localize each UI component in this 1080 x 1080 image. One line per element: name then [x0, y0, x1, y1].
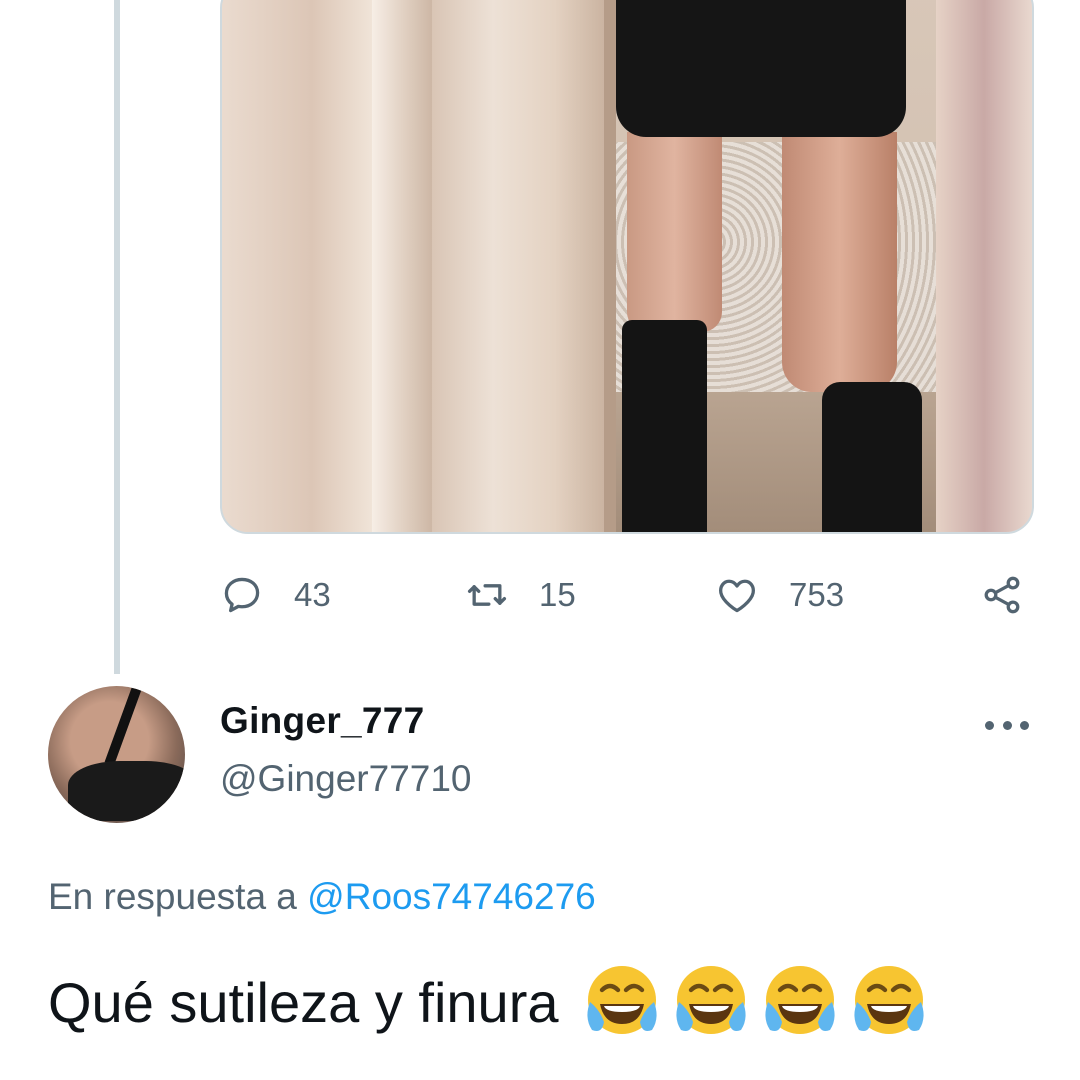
emoji-group — [582, 962, 938, 1042]
tears-of-joy-emoji-icon — [676, 966, 747, 1034]
reply-context: En respuesta a @Roos74746276 — [48, 876, 596, 918]
reply-button[interactable]: 43 — [220, 572, 331, 618]
reply-context-mention[interactable]: @Roos74746276 — [307, 876, 596, 917]
share-button[interactable] — [980, 572, 1024, 618]
tears-of-joy-emoji-icon — [587, 966, 658, 1034]
tears-of-joy-emoji-icon — [765, 966, 836, 1034]
tweet-text-body: Qué sutileza y finura — [48, 970, 559, 1034]
thread-connector-line — [114, 0, 120, 674]
like-icon — [719, 579, 755, 613]
reply-count: 43 — [294, 576, 331, 613]
tweet-text: Qué sutileza y finura — [48, 962, 938, 1042]
photo-content — [222, 0, 1032, 532]
display-name[interactable]: Ginger_777 — [220, 700, 425, 742]
like-count: 753 — [789, 576, 845, 613]
more-options-button[interactable] — [985, 710, 1029, 740]
reply-context-prefix: En respuesta a — [48, 876, 297, 917]
more-icon — [985, 720, 994, 730]
like-button[interactable]: 753 — [715, 572, 844, 618]
user-handle[interactable]: @Ginger77710 — [220, 758, 472, 800]
tears-of-joy-emoji-icon — [854, 966, 925, 1034]
tweet-action-bar: 43 15 753 — [220, 560, 1030, 630]
tweet-photo[interactable] — [220, 0, 1034, 534]
avatar[interactable] — [48, 686, 185, 823]
retweet-icon — [467, 584, 507, 606]
share-icon — [984, 576, 1020, 614]
retweet-count: 15 — [539, 576, 576, 613]
reply-icon — [224, 577, 260, 613]
retweet-button[interactable]: 15 — [465, 572, 576, 618]
